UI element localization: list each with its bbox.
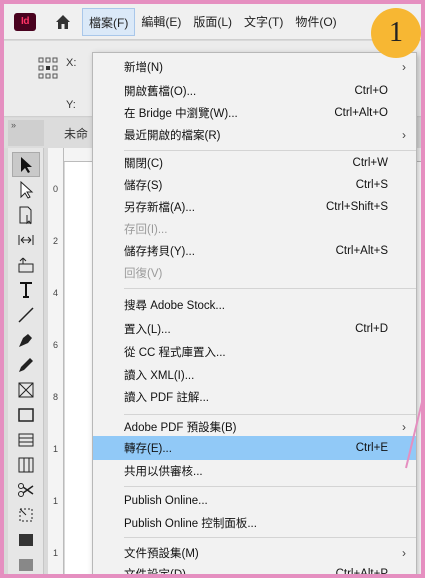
ruler-number: 0	[53, 184, 59, 194]
submenu-arrow-icon: ›	[402, 60, 406, 74]
app-window: Id 檔案(F) 編輯(E) 版面(L) 文字(T) 物件(O) X: Y: »…	[0, 0, 425, 578]
gradient-swatch-tool-icon[interactable]	[12, 527, 40, 552]
file-menu-dropdown: 新增(N) › 開啟舊檔(O)... Ctrl+O 在 Bridge 中瀏覽(W).…	[92, 52, 417, 574]
menu-item-publish-online[interactable]: Publish Online...	[93, 489, 416, 513]
table-tool-icon[interactable]	[12, 427, 40, 452]
free-transform-tool-icon[interactable]	[12, 502, 40, 527]
menu-separator	[124, 486, 416, 487]
y-label: Y:	[66, 99, 76, 111]
home-icon[interactable]	[54, 13, 72, 31]
indesign-logo: Id	[14, 12, 36, 31]
menu-item-publish-online-dashboard[interactable]: Publish Online 控制面板...	[93, 511, 416, 535]
menu-item-close[interactable]: 關閉(C) Ctrl+W	[93, 151, 416, 175]
ruler-number: 1	[53, 444, 59, 454]
submenu-arrow-icon: ›	[402, 420, 406, 434]
menu-item-place[interactable]: 置入(L)... Ctrl+D	[93, 317, 416, 341]
step-number-badge: 1	[371, 8, 421, 58]
menu-separator	[124, 537, 416, 538]
gap-tool-icon[interactable]	[12, 227, 40, 252]
menu-item-revert: 回復(V)	[124, 268, 163, 280]
pen-tool-icon[interactable]	[12, 327, 40, 352]
menu-item-import-xml[interactable]: 讀入 XML(I)...	[93, 363, 416, 387]
gradient-feather-tool-icon[interactable]	[12, 552, 40, 574]
menu-item-search-adobe-stock[interactable]: 搜尋 Adobe Stock...	[93, 293, 416, 317]
pencil-tool-icon[interactable]	[12, 352, 40, 377]
menu-item-check-in: 存回(I)...	[124, 224, 168, 236]
menu-item-place-cc-library[interactable]: 從 CC 程式庫置入...	[93, 340, 416, 364]
ruler-number: 6	[53, 340, 59, 350]
menu-item-share-for-review[interactable]: 共用以供審核...	[93, 459, 416, 483]
grid-tool-icon[interactable]	[12, 452, 40, 477]
x-label: X:	[66, 57, 77, 69]
page-tool-icon[interactable]	[12, 202, 40, 227]
ruler-number: 8	[53, 392, 59, 402]
submenu-arrow-icon: ›	[402, 546, 406, 560]
menu-item-browse-bridge[interactable]: 在 Bridge 中瀏覽(W)... Ctrl+Alt+O	[93, 101, 416, 125]
rectangle-frame-tool-icon[interactable]	[12, 377, 40, 402]
ruler-number: 1	[53, 496, 59, 506]
menu-layout[interactable]: 版面(L)	[187, 8, 238, 36]
menu-item-save[interactable]: 儲存(S) Ctrl+S	[93, 173, 416, 197]
menu-file[interactable]: 檔案(F)	[82, 7, 136, 36]
direct-selection-tool-icon[interactable]	[12, 177, 40, 202]
selection-tool-icon[interactable]	[11, 152, 40, 177]
document-tab[interactable]: 未命	[64, 125, 88, 142]
ruler-number: 2	[53, 236, 59, 246]
collapse-panel-button[interactable]: »	[8, 120, 44, 146]
type-tool-icon[interactable]	[12, 277, 40, 302]
menu-type[interactable]: 文字(T)	[238, 8, 289, 36]
scissors-tool-icon[interactable]	[12, 477, 40, 502]
tools-panel	[8, 148, 44, 574]
submenu-arrow-icon: ›	[402, 128, 406, 142]
line-tool-icon[interactable]	[12, 302, 40, 327]
content-collector-icon[interactable]	[12, 252, 40, 277]
reference-point-icon[interactable]	[38, 57, 58, 79]
ruler-number: 4	[53, 288, 59, 298]
rectangle-tool-icon[interactable]	[12, 402, 40, 427]
ruler-number: 1	[53, 548, 59, 558]
menu-item-open[interactable]: 開啟舊檔(O)... Ctrl+O	[93, 79, 416, 103]
menu-item-export[interactable]: 轉存(E)... Ctrl+E	[93, 436, 416, 460]
menu-separator	[124, 288, 416, 289]
menu-bar: Id 檔案(F) 編輯(E) 版面(L) 文字(T) 物件(O)	[4, 4, 421, 40]
menu-object[interactable]: 物件(O)	[289, 8, 342, 36]
menu-item-new[interactable]: 新增(N) ›	[93, 55, 416, 79]
menu-item-save-as[interactable]: 另存新檔(A)... Ctrl+Shift+S	[93, 195, 416, 219]
menu-edit[interactable]: 編輯(E)	[135, 8, 187, 36]
menu-item-import-pdf-comments[interactable]: 讀入 PDF 註解...	[93, 385, 416, 409]
menu-item-save-copy[interactable]: 儲存拷貝(Y)... Ctrl+Alt+S	[93, 239, 416, 263]
vertical-ruler: 0 2 4 6 8 1 1 1	[48, 148, 64, 574]
menu-item-open-recent[interactable]: 最近開啟的檔案(R) ›	[93, 123, 416, 147]
menu-item-document-setup[interactable]: 文件設定(D)... Ctrl+Alt+P	[93, 562, 416, 574]
